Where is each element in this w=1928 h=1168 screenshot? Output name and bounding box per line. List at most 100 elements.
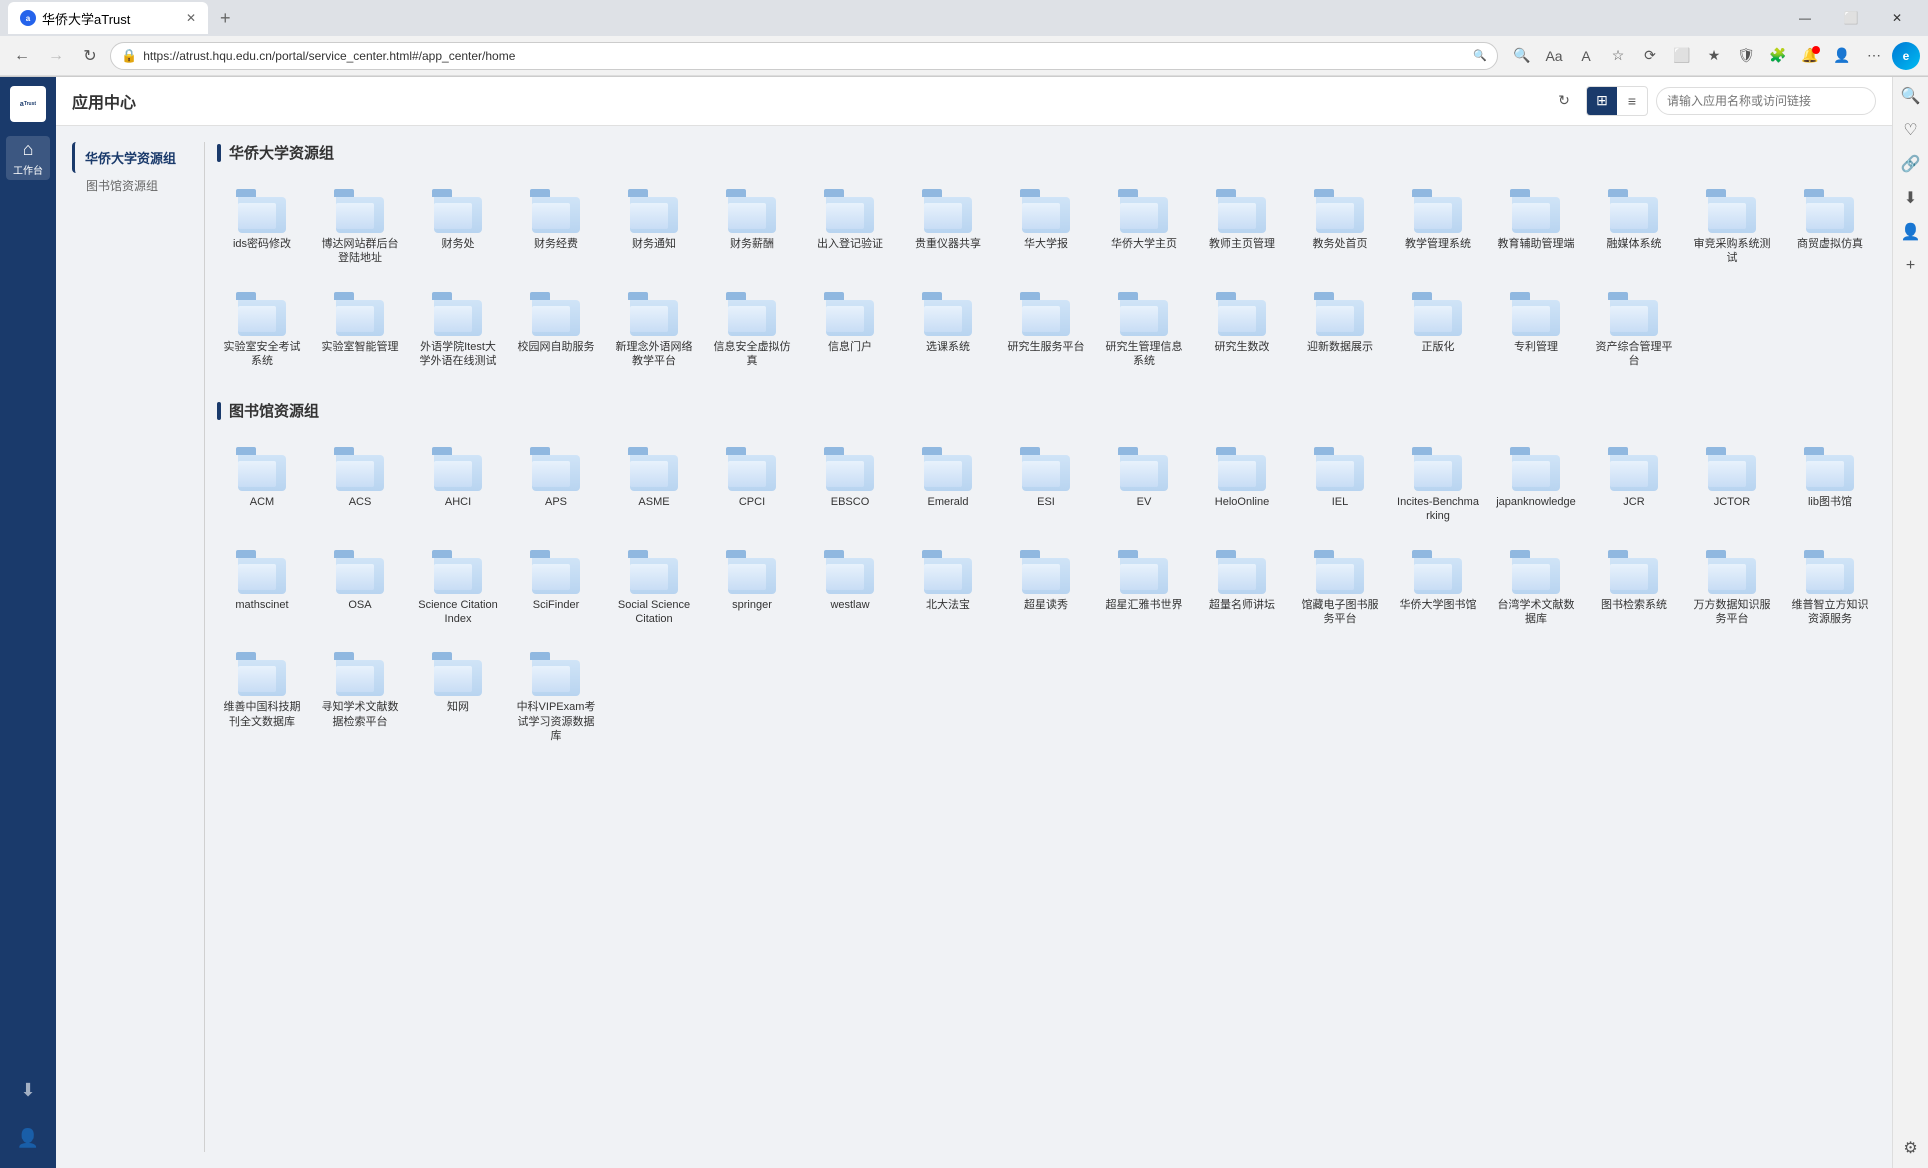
app-item-socialsciencecitation[interactable]: Social Science Citation	[609, 540, 699, 635]
app-item-sciencecitation[interactable]: Science Citation Index	[413, 540, 503, 635]
app-item-shangmao[interactable]: 商贸虚拟仿真	[1785, 179, 1875, 274]
app-item-taiwan[interactable]: 台湾学术文献数据库	[1491, 540, 1581, 635]
app-item-wanfang[interactable]: 万方数据知识服务平台	[1687, 540, 1777, 635]
maximize-button[interactable]: ⬜	[1828, 2, 1874, 34]
app-item-chaoxing[interactable]: 超星读秀	[1001, 540, 1091, 635]
app-item-weipu[interactable]: 维善中国科技期刊全文数据库	[217, 642, 307, 751]
app-item-caiwuchu[interactable]: 财务处	[413, 179, 503, 274]
app-item-mathscinet[interactable]: mathscinet	[217, 540, 307, 635]
nav-library[interactable]: 图书馆资源组	[72, 173, 192, 198]
app-item-zhiwang[interactable]: 知网	[413, 642, 503, 751]
app-item-ev[interactable]: EV	[1099, 437, 1189, 532]
read-mode-icon[interactable]: Aa	[1540, 42, 1568, 70]
sidebar-search-icon[interactable]: 🔍	[1895, 80, 1927, 112]
app-item-xinximen[interactable]: 信息门户	[805, 282, 895, 377]
user-profile-icon[interactable]: 👤	[1828, 42, 1856, 70]
refresh-page-icon[interactable]: ⟳	[1636, 42, 1664, 70]
app-item-weipufanyi[interactable]: 维普智立方知识资源服务	[1785, 540, 1875, 635]
app-item-japanknowledge[interactable]: japanknowledge	[1491, 437, 1581, 532]
app-item-scifinder[interactable]: SciFinder	[511, 540, 601, 635]
app-item-yanjiushengjiaofu[interactable]: 研究生数改	[1197, 282, 1287, 377]
header-refresh-button[interactable]: ↻	[1550, 87, 1578, 115]
app-item-shiyanshi[interactable]: 实验室安全考试系统	[217, 282, 307, 377]
app-item-huadaxuebao[interactable]: 华大学报	[1001, 179, 1091, 274]
notification-icon[interactable]: 🔔	[1796, 42, 1824, 70]
app-item-xinlinian[interactable]: 新理念外语网络教学平台	[609, 282, 699, 377]
app-item-caiwuxinchou[interactable]: 财务薪酬	[707, 179, 797, 274]
browser-shield-icon[interactable]: 🛡	[1732, 42, 1760, 70]
list-view-button[interactable]: ≡	[1617, 87, 1647, 115]
sidebar-share-icon[interactable]: 🔗	[1895, 148, 1927, 180]
app-item-ahci[interactable]: AHCI	[413, 437, 503, 532]
app-item-zhuanli[interactable]: 专利管理	[1491, 282, 1581, 377]
app-item-yanjiusheng[interactable]: 研究生服务平台	[1001, 282, 1091, 377]
app-item-acm[interactable]: ACM	[217, 437, 307, 532]
app-item-westlaw[interactable]: westlaw	[805, 540, 895, 635]
app-item-waiyu[interactable]: 外语学院Itest大学外语在线测试	[413, 282, 503, 377]
sidebar-item-workbench[interactable]: ⌂ 工作台	[6, 136, 50, 180]
nav-huaqiao[interactable]: 华侨大学资源组	[72, 142, 192, 173]
sidebar-settings-icon[interactable]: ⚙	[1895, 1132, 1927, 1164]
app-item-churu[interactable]: 出入登记验证	[805, 179, 895, 274]
app-item-acs[interactable]: ACS	[315, 437, 405, 532]
app-item-rongmeiti[interactable]: 融媒体系统	[1589, 179, 1679, 274]
back-button[interactable]: ←	[8, 42, 36, 70]
app-item-jiaoshi[interactable]: 教师主页管理	[1197, 179, 1287, 274]
app-item-esi[interactable]: ESI	[1001, 437, 1091, 532]
app-item-beida[interactable]: 北大法宝	[903, 540, 993, 635]
sidebar-item-download[interactable]: ⬇	[6, 1068, 50, 1112]
app-item-springer[interactable]: springer	[707, 540, 797, 635]
split-screen-icon[interactable]: ⬜	[1668, 42, 1696, 70]
app-item-yingxin[interactable]: 迎新数据展示	[1295, 282, 1385, 377]
app-item-jcr[interactable]: JCR	[1589, 437, 1679, 532]
sidebar-user-icon[interactable]: 👤	[1895, 216, 1927, 248]
app-item-huaqiaotushuguan[interactable]: 华侨大学图书馆	[1393, 540, 1483, 635]
app-item-ids[interactable]: ids密码修改	[217, 179, 307, 274]
app-item-zichan[interactable]: 资产综合管理平台	[1589, 282, 1679, 377]
sidebar-add-icon[interactable]: +	[1895, 250, 1927, 282]
close-button[interactable]: ✕	[1874, 2, 1920, 34]
app-item-iel[interactable]: IEL	[1295, 437, 1385, 532]
app-item-asme[interactable]: ASME	[609, 437, 699, 532]
new-tab-button[interactable]: +	[212, 4, 239, 33]
grid-view-button[interactable]: ⊞	[1587, 87, 1617, 115]
app-item-jctor[interactable]: JCTOR	[1687, 437, 1777, 532]
app-item-xuanke[interactable]: 选课系统	[903, 282, 993, 377]
app-item-incites[interactable]: Incites-Benchmarking	[1393, 437, 1483, 532]
app-item-xueshu[interactable]: 寻知学术文献数据检索平台	[315, 642, 405, 751]
immersive-reader-icon[interactable]: A	[1572, 42, 1600, 70]
app-item-yanjiushengguanli[interactable]: 研究生管理信息系统	[1099, 282, 1189, 377]
refresh-button[interactable]: ↻	[76, 42, 104, 70]
app-item-tushuguan[interactable]: 图书检索系统	[1589, 540, 1679, 635]
collections-icon[interactable]: ★	[1700, 42, 1728, 70]
search-input[interactable]	[1656, 87, 1876, 115]
app-item-boda[interactable]: 博达网站群后台登陆地址	[315, 179, 405, 274]
settings-icon[interactable]: ⋯	[1860, 42, 1888, 70]
app-item-caiwujingfei[interactable]: 财务经费	[511, 179, 601, 274]
app-item-helionline[interactable]: HeloOnline	[1197, 437, 1287, 532]
app-item-zhongke[interactable]: 中科VIPExam考试学习资源数据库	[511, 642, 601, 751]
browser-tab[interactable]: a 华侨大学aTrust ✕	[8, 2, 208, 34]
minimize-button[interactable]: —	[1782, 2, 1828, 34]
sidebar-download-icon[interactable]: ⬇	[1895, 182, 1927, 214]
app-item-xiaoyuan[interactable]: 校园网自助服务	[511, 282, 601, 377]
sidebar-item-user[interactable]: 👤	[6, 1116, 50, 1160]
app-item-emerald[interactable]: Emerald	[903, 437, 993, 532]
app-item-chaoxinghuihui[interactable]: 超星汇雅书世界	[1099, 540, 1189, 635]
app-item-huaqiaozhuye[interactable]: 华侨大学主页	[1099, 179, 1189, 274]
app-item-osa[interactable]: OSA	[315, 540, 405, 635]
app-item-xinxi[interactable]: 信息安全虚拟仿真	[707, 282, 797, 377]
extensions-icon[interactable]: 🧩	[1764, 42, 1792, 70]
app-item-guizhong[interactable]: 贵重仪器共享	[903, 179, 993, 274]
app-item-jiaowuchu[interactable]: 教务处首页	[1295, 179, 1385, 274]
tab-close-button[interactable]: ✕	[186, 11, 196, 25]
app-item-jiaoxue[interactable]: 教学管理系统	[1393, 179, 1483, 274]
app-item-chaoxingming[interactable]: 超量名师讲坛	[1197, 540, 1287, 635]
search-toolbar-icon[interactable]: 🔍	[1508, 42, 1536, 70]
app-item-lib[interactable]: lib图书馆	[1785, 437, 1875, 532]
app-item-guancang[interactable]: 馆藏电子图书服务平台	[1295, 540, 1385, 635]
app-item-aps[interactable]: APS	[511, 437, 601, 532]
app-item-caigou[interactable]: 审竞采购系统测试	[1687, 179, 1777, 274]
app-item-ebsco[interactable]: EBSCO	[805, 437, 895, 532]
favorites-icon[interactable]: ☆	[1604, 42, 1632, 70]
